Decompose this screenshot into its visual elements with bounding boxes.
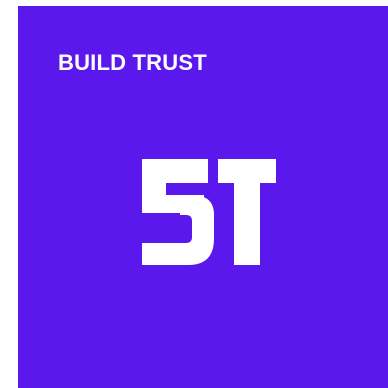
bt-monogram-logo — [142, 159, 276, 265]
brand-tile: BUILD TRUST — [18, 6, 388, 388]
page-frame: BUILD TRUST — [0, 0, 388, 388]
brand-name: BUILD TRUST — [58, 50, 207, 75]
letter-t-shape — [218, 159, 276, 265]
letter-b-shape — [142, 159, 214, 265]
